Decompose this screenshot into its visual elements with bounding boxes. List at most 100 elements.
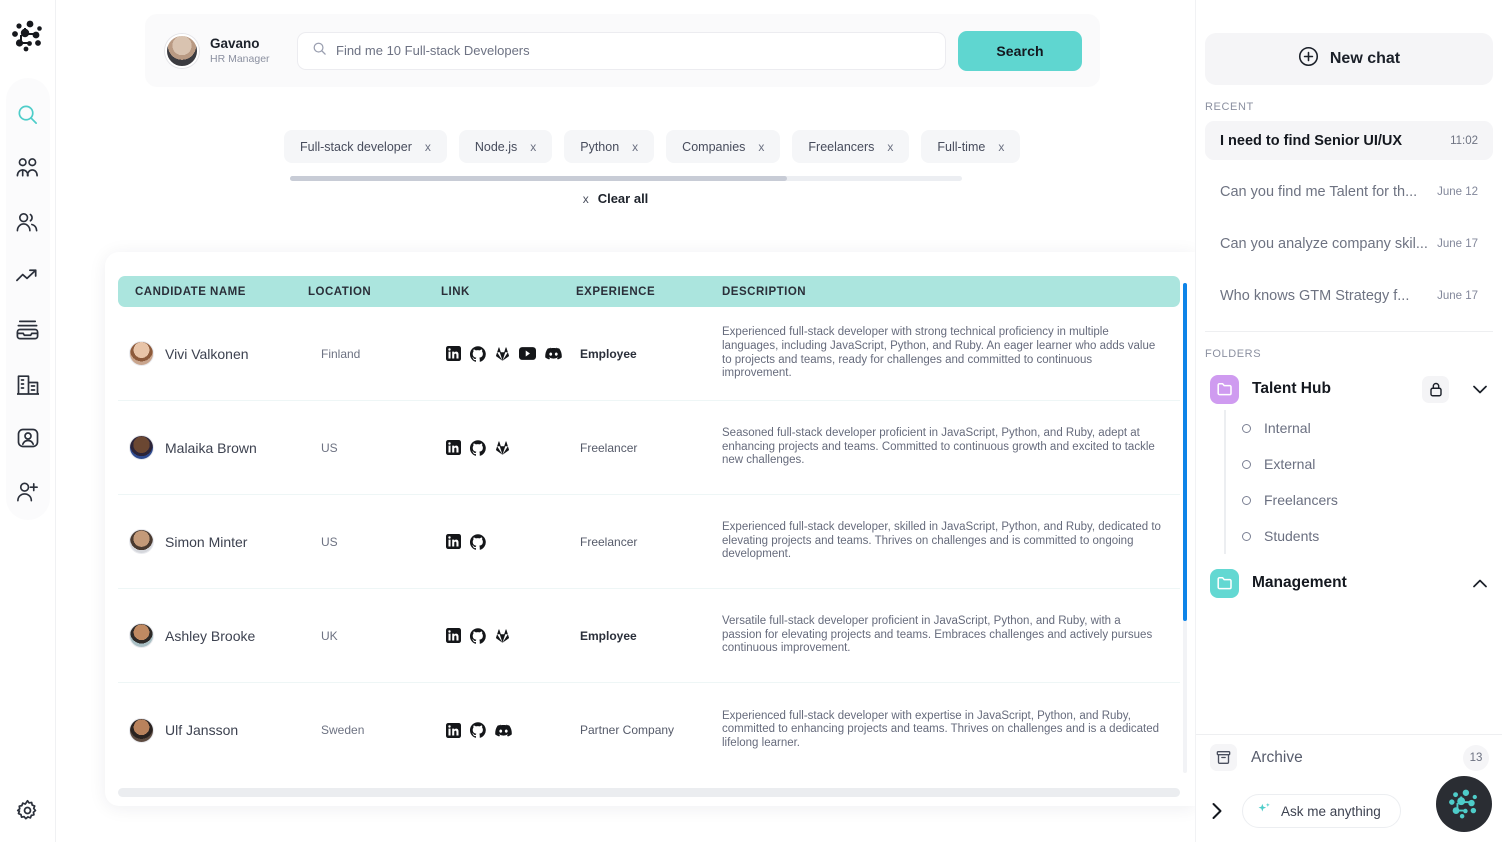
- sparkle-icon: [1257, 802, 1272, 820]
- archive-box-icon: [1210, 744, 1237, 771]
- table-horizontal-scrollbar[interactable]: [118, 788, 1180, 797]
- sidebar-item-teams[interactable]: [14, 154, 42, 182]
- filter-chip[interactable]: Full-stack developer x: [284, 130, 447, 163]
- archive-count-badge: 13: [1463, 744, 1489, 771]
- search-input[interactable]: [336, 43, 931, 58]
- archive-row[interactable]: Archive 13: [1196, 734, 1502, 780]
- search-button[interactable]: Search: [958, 30, 1082, 71]
- folder-talent-hub[interactable]: Talent Hub: [1196, 368, 1502, 410]
- chips-horizontal-scrollbar[interactable]: [289, 176, 962, 181]
- assistant-fab[interactable]: [1436, 776, 1492, 832]
- cell-candidate-name: Simon Minter: [118, 529, 308, 554]
- folder-child-students[interactable]: Students: [1226, 518, 1502, 554]
- app-logo[interactable]: [8, 16, 48, 56]
- github-icon[interactable]: [470, 345, 486, 362]
- chevron-right-icon[interactable]: [1204, 798, 1230, 824]
- chat-list-item[interactable]: Can you analyze company skil... June 17: [1205, 224, 1493, 263]
- sidebar-item-invite[interactable]: [14, 478, 42, 506]
- scrollbar-thumb[interactable]: [1183, 283, 1187, 621]
- folder-child-external[interactable]: External: [1226, 446, 1502, 482]
- search-field-wrapper[interactable]: [297, 31, 946, 70]
- cell-description: Versatile full-stack developer proficien…: [722, 615, 1153, 655]
- table-row[interactable]: Ulf Jansson Sweden Partner Company Exper…: [118, 683, 1180, 777]
- folder-child-internal[interactable]: Internal: [1226, 410, 1502, 446]
- chevron-up-icon[interactable]: [1470, 579, 1490, 588]
- sidebar-item-inbox[interactable]: [14, 316, 42, 344]
- column-header-experience: EXPERIENCE: [576, 285, 656, 298]
- cell-location: US: [321, 534, 338, 549]
- folder-child-label: Internal: [1264, 420, 1311, 436]
- chip-remove-icon[interactable]: x: [632, 140, 638, 154]
- circle-icon: [1242, 423, 1251, 433]
- discord-icon[interactable]: [495, 724, 512, 737]
- discord-icon[interactable]: [545, 347, 562, 360]
- chip-remove-icon[interactable]: x: [425, 140, 431, 154]
- github-icon[interactable]: [470, 722, 486, 738]
- cell-description: Experienced full-stack developer with ex…: [722, 709, 1160, 749]
- cell-experience: Freelancer: [580, 440, 638, 455]
- table-row[interactable]: Vivi Valkonen Finland Employee Experienc…: [118, 307, 1180, 401]
- filter-chip[interactable]: Node.js x: [458, 130, 553, 163]
- new-chat-label: New chat: [1329, 50, 1401, 67]
- youtube-icon[interactable]: [519, 347, 536, 360]
- chat-list-item[interactable]: Can you find me Talent for th... June 12: [1205, 172, 1493, 211]
- gitlab-icon[interactable]: [495, 346, 510, 361]
- left-rail-nav: [5, 78, 50, 520]
- linkedin-icon[interactable]: [446, 534, 461, 549]
- avatar: [129, 341, 154, 366]
- results-table-card: CANDIDATE NAME LOCATION LINK EXPERIENCE …: [105, 252, 1195, 806]
- github-icon[interactable]: [470, 533, 486, 550]
- sidebar-item-contacts[interactable]: [14, 208, 42, 236]
- linkedin-icon[interactable]: [446, 346, 461, 361]
- current-user: Gavano HR Manager: [165, 33, 297, 68]
- chat-list-item[interactable]: Who knows GTM Strategy f... June 17: [1205, 276, 1493, 315]
- table-row[interactable]: Simon Minter US Freelancer Experienced f…: [118, 495, 1180, 589]
- chip-remove-icon[interactable]: x: [998, 140, 1004, 154]
- filter-chip[interactable]: Python x: [564, 130, 655, 163]
- scrollbar-thumb[interactable]: [289, 176, 787, 181]
- clear-all-button[interactable]: x Clear all: [56, 191, 1195, 206]
- cell-candidate-name: Ashley Brooke: [118, 623, 308, 648]
- sidebar-item-analytics[interactable]: [14, 262, 42, 290]
- filter-chip[interactable]: Companies x: [666, 130, 781, 163]
- folder-management[interactable]: Management: [1196, 562, 1502, 604]
- chat-timestamp: 11:02: [1450, 134, 1478, 147]
- sidebar-item-companies[interactable]: [14, 370, 42, 398]
- table-row[interactable]: Malaika Brown US Freelancer Seasoned ful…: [118, 401, 1180, 495]
- github-icon[interactable]: [470, 627, 486, 644]
- chip-remove-icon[interactable]: x: [887, 140, 893, 154]
- chevron-down-icon[interactable]: [1470, 385, 1490, 394]
- column-header-description: DESCRIPTION: [722, 285, 807, 298]
- table-vertical-scrollbar[interactable]: [1183, 283, 1187, 773]
- settings-button[interactable]: [14, 796, 42, 824]
- folder-icon: [1210, 568, 1239, 598]
- gitlab-icon[interactable]: [495, 440, 510, 455]
- chip-remove-icon[interactable]: x: [758, 140, 764, 154]
- candidate-name: Malaika Brown: [165, 439, 257, 456]
- lock-icon[interactable]: [1422, 375, 1449, 403]
- ask-me-anything-button[interactable]: Ask me anything: [1242, 794, 1401, 828]
- folder-child-freelancers[interactable]: Freelancers: [1226, 482, 1502, 518]
- gitlab-icon[interactable]: [495, 628, 510, 643]
- linkedin-icon[interactable]: [446, 722, 461, 738]
- column-header-link: LINK: [441, 285, 470, 298]
- cell-experience: Freelancer: [580, 534, 638, 549]
- chat-timestamp: June 17: [1437, 237, 1478, 250]
- folder-icon: [1210, 374, 1239, 404]
- chip-label: Freelancers: [808, 139, 875, 154]
- candidate-name: Ashley Brooke: [165, 627, 256, 644]
- cell-location: Finland: [321, 346, 361, 361]
- new-chat-button[interactable]: New chat: [1205, 33, 1493, 85]
- sidebar-item-search[interactable]: [14, 100, 42, 128]
- linkedin-icon[interactable]: [446, 628, 461, 643]
- github-icon[interactable]: [470, 439, 486, 456]
- recent-section-label: RECENT: [1205, 101, 1254, 113]
- linkedin-icon[interactable]: [446, 440, 461, 455]
- table-row[interactable]: Ashley Brooke UK Employee Versatile full…: [118, 589, 1180, 683]
- filter-chip[interactable]: Full-time x: [921, 130, 1021, 163]
- chat-list-item[interactable]: I need to find Senior UI/UX 11:02: [1205, 121, 1493, 160]
- filter-chip[interactable]: Freelancers x: [792, 130, 910, 163]
- circle-icon: [1242, 531, 1251, 541]
- chip-remove-icon[interactable]: x: [530, 140, 536, 154]
- sidebar-item-profile[interactable]: [14, 424, 42, 452]
